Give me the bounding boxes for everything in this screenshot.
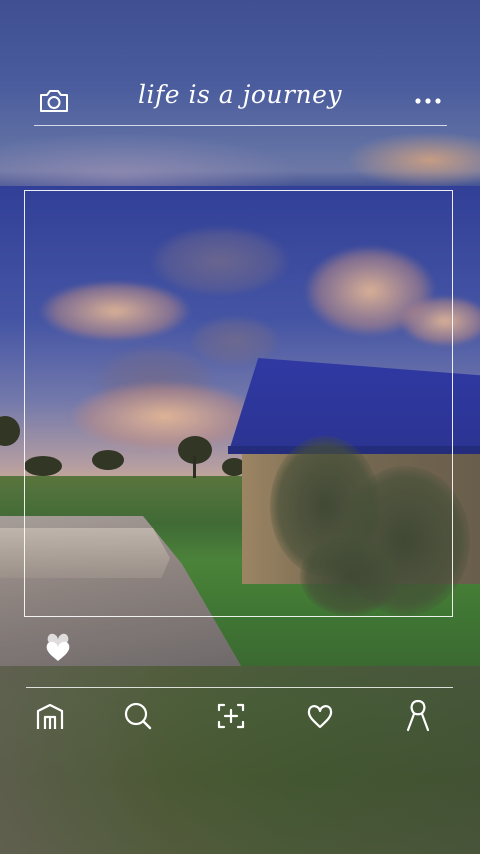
profile-icon xyxy=(406,699,430,732)
nav-home-button[interactable] xyxy=(30,698,70,734)
nav-search-button[interactable] xyxy=(118,698,158,734)
search-icon xyxy=(124,702,152,730)
nav-add-button[interactable] xyxy=(211,698,251,734)
page-title: life is a journey xyxy=(138,80,342,109)
more-options-button[interactable] xyxy=(410,90,446,112)
home-icon xyxy=(36,703,64,729)
background-blur-lower xyxy=(0,665,480,854)
header-divider xyxy=(34,125,447,126)
more-dots-icon xyxy=(415,98,441,104)
bottom-nav-divider xyxy=(26,687,453,688)
photo-frame xyxy=(24,190,453,617)
heart-outline-icon xyxy=(307,705,333,729)
nav-profile-button[interactable] xyxy=(398,696,438,734)
nav-activity-button[interactable] xyxy=(300,698,340,734)
like-button[interactable] xyxy=(38,626,78,666)
add-icon xyxy=(217,703,245,729)
heart-icon xyxy=(46,633,70,661)
